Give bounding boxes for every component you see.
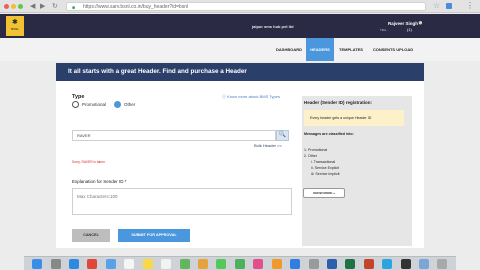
lock-icon: ■ [72,5,76,11]
logo-mark-icon: ✱ [12,19,18,26]
submit-for-approval-button[interactable]: SUBMIT FOR APPROVAL [118,229,190,242]
sidebar-note: Every header gets a unique Header ID [304,110,404,126]
logo-text: BSNL [11,27,19,31]
zoom-window-icon[interactable] [18,4,23,9]
page-title: It all starts with a great Header. Find … [56,63,424,81]
appstore-icon[interactable] [290,258,301,269]
browser-toolbar: ◀ ▶ ↻ ■ https://www.sarv.bsnl.co.in/buy_… [0,0,480,13]
explanation-textarea[interactable]: Max Characters:100 [72,188,292,215]
calendar-icon[interactable] [124,258,135,269]
know-more-link[interactable]: Ⓘ Know more about BMS Types [222,94,280,100]
sidebar-title: Header (Sender ID) registration: [304,100,373,105]
tab-templates[interactable]: TEMPLATES [334,38,368,61]
back-icon[interactable]: ◀ [30,2,35,10]
itunes-icon[interactable] [253,258,264,269]
tab-headers[interactable]: HEADERS [306,38,334,61]
sidebar-msg-title: Messages are classified into: [304,132,354,136]
search-icon: 🔍 [278,132,287,138]
finder-icon[interactable] [32,258,43,269]
error-message: Sorry, RAVER is taken [72,160,105,164]
header-input[interactable]: RAVER [72,130,276,141]
settings-icon[interactable] [308,258,319,269]
radio-other[interactable] [114,101,121,108]
radio-promotional[interactable] [72,101,79,108]
explanation-label: Explanation for Sender ID * [72,179,127,184]
site-header [0,14,480,38]
tab-consents-upload[interactable]: CONSENTS UPLOAD [368,38,418,61]
reminders-icon[interactable] [161,258,172,269]
messages-icon[interactable] [216,258,227,269]
minimize-window-icon[interactable] [11,4,16,9]
maps-icon[interactable] [179,258,190,269]
trash-icon[interactable] [437,258,448,269]
mail-icon[interactable] [105,258,116,269]
cancel-button[interactable]: CANCEL [72,229,110,242]
url-text: https://www.sarv.bsnl.co.in/buy_header?i… [83,4,189,10]
skype-icon[interactable] [382,258,393,269]
type-label: Type [72,94,85,100]
photos-icon[interactable] [198,258,208,269]
account-company-name: jaipur sms hub pvt ltd [252,24,294,29]
safari-icon[interactable] [69,258,80,269]
user-subtitle: TRA... [380,28,389,32]
browser-menu-icon[interactable]: ⋮ [466,1,474,10]
sidebar-list-item: i. Transactional [311,160,336,164]
bulk-header-link[interactable]: Bulk Header >> [254,143,282,148]
notification-count[interactable]: (1) [407,27,412,32]
sidebar-list-item: ii. Service Explicit [311,166,339,170]
user-avatar-icon[interactable]: ● [418,18,423,27]
reload-icon[interactable]: ↻ [52,2,58,10]
close-window-icon[interactable] [4,4,9,9]
radio-other-label[interactable]: Other [124,102,135,107]
preview-icon[interactable] [419,258,430,269]
excel-icon[interactable] [345,258,356,269]
books-icon[interactable] [271,258,282,269]
word-icon[interactable] [326,258,337,269]
facetime-icon[interactable] [234,258,245,269]
search-button[interactable]: 🔍 [276,130,289,141]
tab-dashboard[interactable]: DASHBOARD [272,38,306,61]
forward-icon[interactable]: ▶ [40,2,45,10]
user-name[interactable]: Rajveer Singh [388,21,418,26]
sidebar-list-item: 1. Promotional [304,148,328,152]
bsnl-logo[interactable]: ✱ BSNL [6,16,24,36]
dock [24,256,456,270]
radio-promotional-label[interactable]: Promotional [82,102,106,107]
terminal-icon[interactable] [400,258,411,269]
address-bar[interactable]: ■ https://www.sarv.bsnl.co.in/buy_header… [66,2,426,11]
extension-icon[interactable] [446,3,452,9]
chrome-icon[interactable] [87,258,98,269]
sidebar-list-item: 2. Other [304,154,317,158]
powerpoint-icon[interactable] [363,258,374,269]
sidebar-list-item: iii. Service Implicit [311,172,340,176]
know-more-button[interactable]: KNOW MORE » [303,188,345,198]
bookmark-star-icon[interactable]: ☆ [433,1,440,10]
notes-icon[interactable] [142,258,153,269]
launchpad-icon[interactable] [50,258,61,269]
